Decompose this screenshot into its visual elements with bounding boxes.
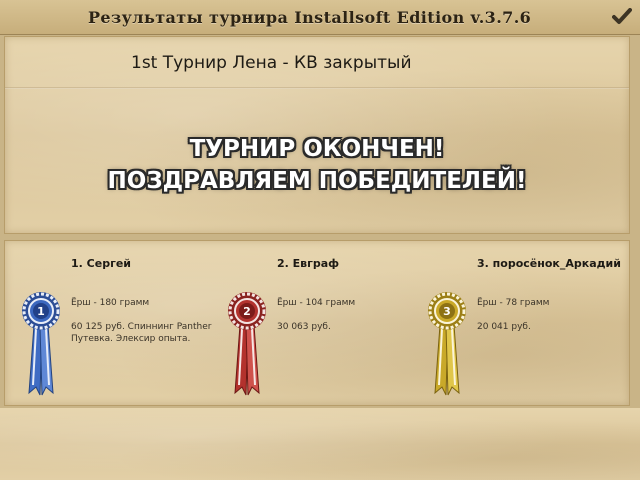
second-place-ribbon-icon: 2 [228,292,266,396]
title-bar: Результаты турнира Installsoft Edition v… [0,0,640,35]
close-button[interactable] [608,4,636,30]
tournament-header-panel: 1st Турнир Лена - КВ закрытый ТУРНИР ОКО… [4,36,630,234]
finish-banner: ТУРНИР ОКОНЧЕН! ПОЗДРАВЛЯЕМ ПОБЕДИТЕЛЕЙ! [5,133,629,197]
winner-name: 3. поросёнок_Аркадий [477,257,621,270]
winner-card-2: 2. Евграф 2 Ёрш - 104 грамм 30 063 руб. [219,241,419,405]
window-title: Результаты турнира Installsoft Edition v… [88,8,532,27]
footer-area [0,408,640,480]
winner-name: 1. Сергей [71,257,131,270]
checkmark-close-icon [612,8,632,24]
winner-catch: Ёрш - 78 грамм [477,298,550,308]
svg-text:2: 2 [243,305,251,318]
first-place-ribbon-icon: 1 [22,292,60,396]
third-place-ribbon-icon: 3 [428,292,466,396]
svg-text:3: 3 [443,305,451,318]
winner-catch: Ёрш - 104 грамм [277,298,356,308]
svg-text:1: 1 [37,305,45,318]
winner-prize: 30 063 руб. [277,322,331,332]
banner-line-2: ПОЗДРАВЛЯЕМ ПОБЕДИТЕЛЕЙ! [107,168,527,194]
panel-divider [5,87,629,89]
winner-prize: 60 125 руб. Спиннинг Panther Путевка. Эл… [71,322,212,344]
winners-panel: 1. Сергей 1 Ёрш - 180 грамм 60 125 руб. … [4,240,630,406]
winner-name: 2. Евграф [277,257,340,270]
winner-card-3: 3. поросёнок_Аркадий 3 Ёрш - 78 грамм 20… [419,241,621,405]
banner-line-1: ТУРНИР ОКОНЧЕН! [189,136,445,162]
winner-catch: Ёрш - 180 грамм [71,298,150,308]
tournament-name: 1st Турнир Лена - КВ закрытый [131,53,412,73]
winner-card-1: 1. Сергей 1 Ёрш - 180 грамм 60 125 руб. … [13,241,213,405]
winner-prize: 20 041 руб. [477,322,531,332]
